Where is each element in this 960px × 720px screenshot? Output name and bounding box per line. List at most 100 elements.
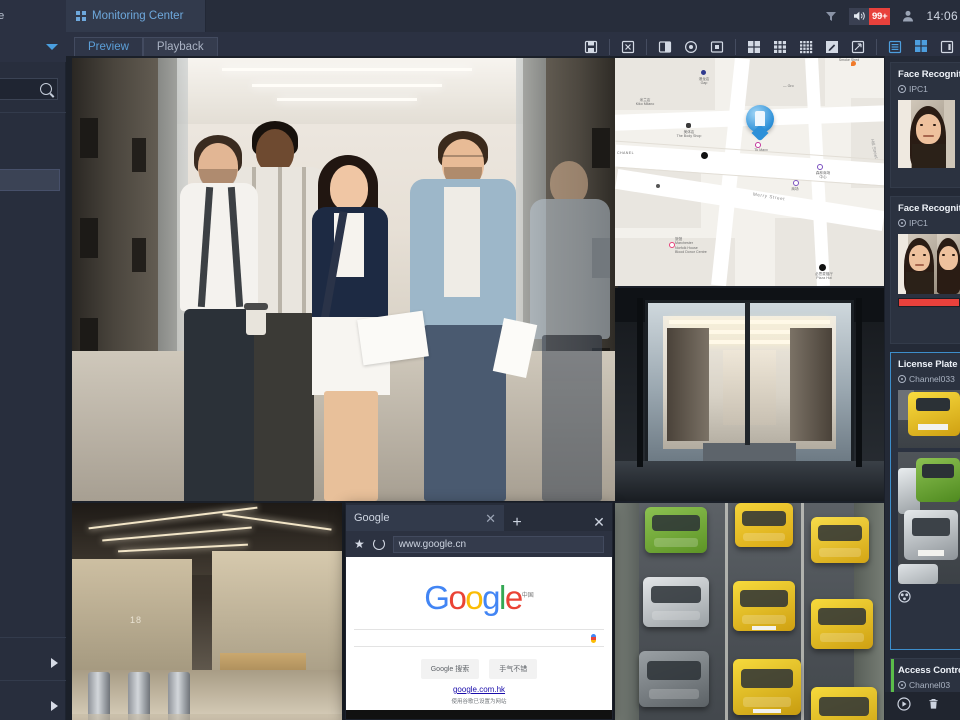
map-marker-shop[interactable] xyxy=(793,180,799,186)
lobby-scene: 18 xyxy=(72,503,342,720)
filter-funnel-icon[interactable] xyxy=(823,8,839,24)
resource-group-expand-2[interactable] xyxy=(0,690,66,720)
card-title: License Plate R xyxy=(891,353,960,370)
google-hk-link[interactable]: google.com.hk xyxy=(346,685,612,694)
map-label-mall: 森林商场中心 xyxy=(803,171,843,180)
google-hk-sub: 使用谷歌已设置为网站 xyxy=(346,697,612,705)
google-logo: Google中国 xyxy=(346,579,612,617)
browser-tab-bar: Google ✕ + ✕ xyxy=(346,503,612,531)
tile-corridor[interactable] xyxy=(72,58,618,501)
map-label-chanel: CHANEL xyxy=(617,151,647,155)
toolbar-separator xyxy=(735,39,736,55)
reload-icon[interactable] xyxy=(373,538,385,550)
chevron-right-icon xyxy=(51,701,58,711)
search-input[interactable] xyxy=(0,78,58,100)
tab-monitoring-center[interactable]: Monitoring Center xyxy=(66,0,206,32)
toolbar-separator xyxy=(609,39,610,55)
panel-divider xyxy=(0,680,66,681)
page-bottom-bar xyxy=(346,710,612,719)
lobby-floor xyxy=(72,670,342,720)
car-taxi-4 xyxy=(811,599,873,649)
browser-tab-title: Google xyxy=(354,512,485,524)
toolbar-separator xyxy=(876,39,877,55)
map-label-bodyshop: 美体店The Body Shop xyxy=(659,130,719,139)
monitoring-center-app: ge Monitoring Center 99+ 14:06 xyxy=(0,0,960,720)
vehicle-image-2 xyxy=(898,452,960,584)
card-channel-label: Channel03 xyxy=(909,680,950,690)
person-3 xyxy=(290,129,414,501)
map-label-kiko: 米兰店Kiko Milano xyxy=(621,98,669,107)
tile-store-entrance[interactable] xyxy=(615,288,884,501)
map-marker-bodyshop[interactable] xyxy=(686,123,691,128)
google-lucky-button[interactable]: 手气不错 xyxy=(489,659,537,679)
left-resource-panel xyxy=(0,62,66,720)
map-marker-restaurant[interactable] xyxy=(819,264,826,271)
corridor-scene xyxy=(72,58,618,501)
tile-street-taxis[interactable] xyxy=(615,503,884,720)
close-icon[interactable]: ✕ xyxy=(485,512,496,525)
event-thumbnail[interactable] xyxy=(898,234,960,294)
location-pin-icon xyxy=(898,375,906,383)
delete-icon[interactable] xyxy=(927,697,940,716)
url-input[interactable]: www.google.cn xyxy=(393,536,604,553)
bookmark-star-icon[interactable]: ★ xyxy=(354,537,365,551)
new-tab-button[interactable]: + xyxy=(504,515,530,531)
card-channel: IPC1 xyxy=(891,80,960,98)
mode-switch-group: Preview Playback xyxy=(74,37,218,58)
map-marker-small[interactable] xyxy=(656,184,660,188)
browser-url-bar: ★ www.google.cn xyxy=(346,531,612,557)
resource-row-selected[interactable] xyxy=(0,169,60,191)
toolbar-separator xyxy=(646,39,647,55)
car-silver-1 xyxy=(643,577,709,627)
map-label-tkmaxx: Tk Maxx xyxy=(741,148,781,152)
map-marker-gap[interactable] xyxy=(701,70,706,75)
card-channel: Channel033 xyxy=(891,370,960,388)
turnstile-2 xyxy=(128,672,150,720)
record-icon[interactable] xyxy=(897,697,911,716)
microphone-icon[interactable] xyxy=(591,634,596,643)
browser-page-google: Google中国 Google 搜索 手气不错 google.com.hk 使用… xyxy=(346,557,612,719)
google-search-button[interactable]: Google 搜索 xyxy=(421,659,480,679)
window-close-button[interactable]: ✕ xyxy=(586,514,612,531)
speaker-icon xyxy=(849,8,869,25)
browser-tab-google[interactable]: Google ✕ xyxy=(346,505,504,531)
car-taxi-5 xyxy=(733,659,801,715)
event-thumbnail-plate-2[interactable] xyxy=(898,452,960,584)
card-license-plate-recognition[interactable]: License Plate R Channel033 xyxy=(890,352,960,650)
chevron-down-icon[interactable] xyxy=(46,44,58,50)
card-channel-label: IPC1 xyxy=(909,218,928,228)
user-account-icon[interactable] xyxy=(900,8,916,24)
face-image-right xyxy=(937,234,960,294)
event-thumbnail[interactable] xyxy=(898,100,955,168)
shelf-left xyxy=(667,328,709,441)
map-marker-mall[interactable] xyxy=(817,164,823,170)
map-pin-selected[interactable] xyxy=(746,105,774,139)
event-thumbnail-plate[interactable] xyxy=(898,390,960,448)
tile-map[interactable]: 港龙店Gap — Gro 米兰店Kiko Milano 美体店The Body … xyxy=(615,58,884,286)
left-stub-label: ge xyxy=(0,10,4,22)
google-search-input[interactable] xyxy=(354,629,604,647)
tab-preview[interactable]: Preview xyxy=(74,37,143,58)
card-title: Face Recogniti xyxy=(891,197,960,214)
card-title: Face Recogniti xyxy=(891,63,960,80)
video-clip-icon[interactable] xyxy=(898,590,911,608)
car-grey-1 xyxy=(639,651,709,707)
top-bar: ge Monitoring Center 99+ 14:06 xyxy=(0,0,960,32)
street-scene xyxy=(615,503,884,720)
tab-monitoring-center-label: Monitoring Center xyxy=(92,10,183,22)
car-green-1 xyxy=(645,507,707,553)
card-face-recognition-1[interactable]: Face Recogniti IPC1 xyxy=(890,62,960,188)
location-pin-icon xyxy=(898,219,906,227)
face-image xyxy=(898,100,955,168)
resource-group-expand-1[interactable] xyxy=(0,647,66,679)
browser-window[interactable]: Google ✕ + ✕ ★ www.google.cn Google中国 Go… xyxy=(345,502,613,720)
map-label-blood-centre: 旅馆MarchesterNorfolk HouseBlood Donor Cen… xyxy=(675,237,745,255)
card-face-recognition-2[interactable]: Face Recogniti IPC1 xyxy=(890,196,960,344)
tile-lobby[interactable]: 18 xyxy=(72,503,342,720)
map-marker-black[interactable] xyxy=(701,152,708,159)
alarm-sound-button[interactable]: 99+ xyxy=(849,8,891,25)
map-label-shop: 商场 xyxy=(783,187,807,191)
event-sidebar: Face Recogniti IPC1 xyxy=(884,56,960,720)
tab-playback[interactable]: Playback xyxy=(143,37,218,58)
store-scene xyxy=(615,288,884,501)
